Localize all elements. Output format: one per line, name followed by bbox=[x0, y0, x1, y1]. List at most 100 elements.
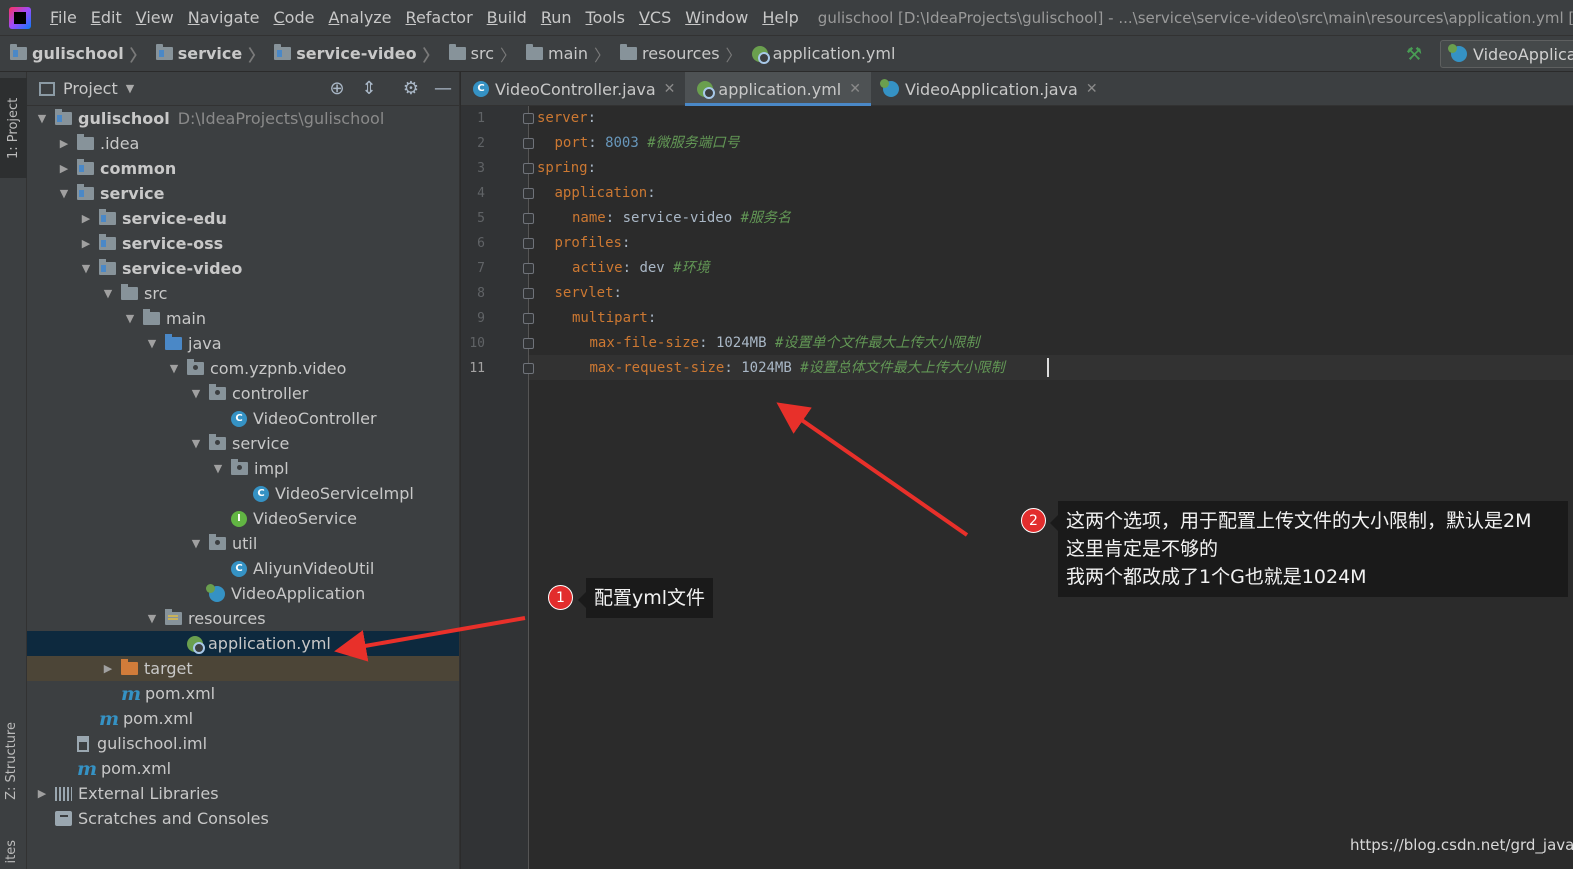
tab-video-application[interactable]: VideoApplication.java ✕ bbox=[871, 72, 1108, 106]
code-line[interactable]: application: bbox=[537, 181, 656, 206]
tree-item[interactable]: ▼ gulischool D:\IdeaProjects\gulischool bbox=[27, 106, 459, 131]
chevron-down-icon[interactable]: ▼ bbox=[189, 437, 203, 450]
collapse-all-icon[interactable]: ⇕ bbox=[359, 79, 379, 99]
tree-item[interactable]: gulischool.iml bbox=[27, 731, 459, 756]
chevron-down-icon[interactable]: ▼ bbox=[101, 287, 115, 300]
chevron-down-icon[interactable]: ▼ bbox=[145, 337, 159, 350]
tree-item[interactable]: C VideoServiceImpl bbox=[27, 481, 459, 506]
chevron-right-icon[interactable]: ▶ bbox=[57, 137, 71, 150]
close-icon[interactable]: ✕ bbox=[664, 81, 676, 97]
code-line[interactable]: multipart: bbox=[537, 306, 656, 331]
menu-tools[interactable]: Tools bbox=[586, 8, 625, 27]
fold-marker-icon[interactable] bbox=[523, 163, 534, 174]
chevron-down-icon[interactable]: ▼ bbox=[145, 612, 159, 625]
menu-edit[interactable]: Edit bbox=[91, 8, 122, 27]
project-view-title[interactable]: Project bbox=[63, 79, 118, 98]
code-line[interactable]: spring: bbox=[537, 156, 596, 181]
hide-panel-icon[interactable]: — bbox=[433, 79, 453, 99]
chevron-down-icon[interactable]: ▼ bbox=[211, 462, 225, 475]
code-line[interactable]: name: service-video #服务名 bbox=[537, 206, 791, 231]
chevron-down-icon[interactable]: ▼ bbox=[57, 187, 71, 200]
menu-code[interactable]: Code bbox=[274, 8, 315, 27]
tree-item[interactable]: m pom.xml bbox=[27, 756, 459, 781]
breadcrumb-src[interactable]: src 〉 bbox=[448, 42, 516, 66]
code-line[interactable]: max-request-size: 1024MB #设置总体文件最大上传大小限制 bbox=[537, 356, 1005, 381]
tree-item[interactable]: Scratches and Consoles bbox=[27, 806, 459, 831]
menu-build[interactable]: Build bbox=[487, 8, 527, 27]
breadcrumb-service[interactable]: service 〉 bbox=[155, 42, 264, 66]
fold-marker-icon[interactable] bbox=[523, 363, 534, 374]
chevron-right-icon[interactable]: ▶ bbox=[35, 787, 49, 800]
tree-item[interactable]: ▼ main bbox=[27, 306, 459, 331]
fold-marker-icon[interactable] bbox=[523, 263, 534, 274]
tree-item[interactable]: ▶ service-oss bbox=[27, 231, 459, 256]
menu-navigate[interactable]: Navigate bbox=[188, 8, 260, 27]
build-hammer-icon[interactable]: ⚒ bbox=[1406, 44, 1426, 65]
tree-item[interactable]: ▼ resources bbox=[27, 606, 459, 631]
code-line[interactable]: port: 8003 #微服务端口号 bbox=[537, 131, 740, 156]
chevron-right-icon[interactable]: ▶ bbox=[79, 212, 93, 225]
fold-marker-icon[interactable] bbox=[523, 213, 534, 224]
code-line[interactable]: servlet: bbox=[537, 281, 622, 306]
fold-marker-icon[interactable] bbox=[523, 288, 534, 299]
gear-icon[interactable]: ⚙ bbox=[401, 79, 421, 99]
fold-marker-icon[interactable] bbox=[523, 313, 534, 324]
menu-vcs[interactable]: VCS bbox=[639, 8, 671, 27]
tree-item[interactable]: ▼ java bbox=[27, 331, 459, 356]
breadcrumb-application-yml[interactable]: application.yml bbox=[751, 44, 895, 64]
chevron-right-icon[interactable]: ▶ bbox=[79, 237, 93, 250]
tree-item[interactable]: m pom.xml bbox=[27, 706, 459, 731]
locate-target-icon[interactable]: ⊕ bbox=[327, 79, 347, 99]
tree-item[interactable]: m pom.xml bbox=[27, 681, 459, 706]
tree-item[interactable]: ▶ service-edu bbox=[27, 206, 459, 231]
breadcrumb-service-video[interactable]: service-video 〉 bbox=[274, 42, 439, 66]
fold-marker-icon[interactable] bbox=[523, 188, 534, 199]
tree-item[interactable]: ▼ service bbox=[27, 431, 459, 456]
structure-tool-tab[interactable]: Z: Structure bbox=[4, 722, 19, 800]
chevron-down-icon[interactable]: ▼ bbox=[79, 262, 93, 275]
tree-item[interactable]: I VideoService bbox=[27, 506, 459, 531]
chevron-right-icon[interactable]: ▶ bbox=[101, 662, 115, 675]
breadcrumb-resources[interactable]: resources 〉 bbox=[620, 42, 742, 66]
code-line[interactable]: max-file-size: 1024MB #设置单个文件最大上传大小限制 bbox=[537, 331, 980, 356]
chevron-down-icon[interactable]: ▼ bbox=[189, 537, 203, 550]
fold-marker-icon[interactable] bbox=[523, 113, 534, 124]
fold-marker-icon[interactable] bbox=[523, 338, 534, 349]
tree-item[interactable]: ▼ src bbox=[27, 281, 459, 306]
code-editor[interactable]: 1 2 3 4 5 6 7 8 9 10 11 server: port: 8003 #微服务端口号 s… bbox=[461, 106, 1573, 869]
chevron-down-icon[interactable]: ▼ bbox=[123, 312, 137, 325]
code-line[interactable]: profiles: bbox=[537, 231, 631, 256]
tree-item[interactable]: ▶ target bbox=[27, 656, 459, 681]
menu-analyze[interactable]: Analyze bbox=[328, 8, 391, 27]
tab-application-yml[interactable]: application.yml ✕ bbox=[685, 72, 871, 106]
close-icon[interactable]: ✕ bbox=[1086, 81, 1098, 97]
chevron-down-icon[interactable]: ▼ bbox=[35, 112, 49, 125]
breadcrumb-gulischool[interactable]: gulischool 〉 bbox=[10, 42, 146, 66]
run-configuration-selector[interactable]: VideoApplica bbox=[1440, 40, 1573, 68]
tree-item[interactable]: ▼ service bbox=[27, 181, 459, 206]
chevron-right-icon[interactable]: ▶ bbox=[57, 162, 71, 175]
menu-window[interactable]: Window bbox=[685, 8, 748, 27]
favorites-tool-tab[interactable]: ites bbox=[4, 840, 19, 863]
project-tool-tab[interactable]: 1: Project bbox=[0, 78, 27, 178]
tree-item[interactable]: ▶ External Libraries bbox=[27, 781, 459, 806]
tree-item[interactable]: ▼ service-video bbox=[27, 256, 459, 281]
tree-item[interactable]: VideoApplication bbox=[27, 581, 459, 606]
code-line[interactable]: server: bbox=[537, 106, 596, 131]
fold-marker-icon[interactable] bbox=[523, 138, 534, 149]
chevron-down-icon[interactable]: ▼ bbox=[126, 82, 134, 95]
chevron-down-icon[interactable]: ▼ bbox=[189, 387, 203, 400]
code-line[interactable]: active: dev #环境 bbox=[537, 256, 710, 281]
menu-file[interactable]: File bbox=[50, 8, 77, 27]
tree-item[interactable]: ▼ com.yzpnb.video bbox=[27, 356, 459, 381]
menu-view[interactable]: View bbox=[136, 8, 174, 27]
tab-video-controller[interactable]: C VideoController.java ✕ bbox=[461, 72, 685, 106]
menu-run[interactable]: Run bbox=[541, 8, 572, 27]
menu-help[interactable]: Help bbox=[762, 8, 798, 27]
menu-refactor[interactable]: Refactor bbox=[406, 8, 473, 27]
fold-marker-icon[interactable] bbox=[523, 238, 534, 249]
tree-item[interactable]: application.yml bbox=[27, 631, 459, 656]
tree-item[interactable]: ▶ common bbox=[27, 156, 459, 181]
tree-item[interactable]: ▶ .idea bbox=[27, 131, 459, 156]
tree-item[interactable]: ▼ controller bbox=[27, 381, 459, 406]
